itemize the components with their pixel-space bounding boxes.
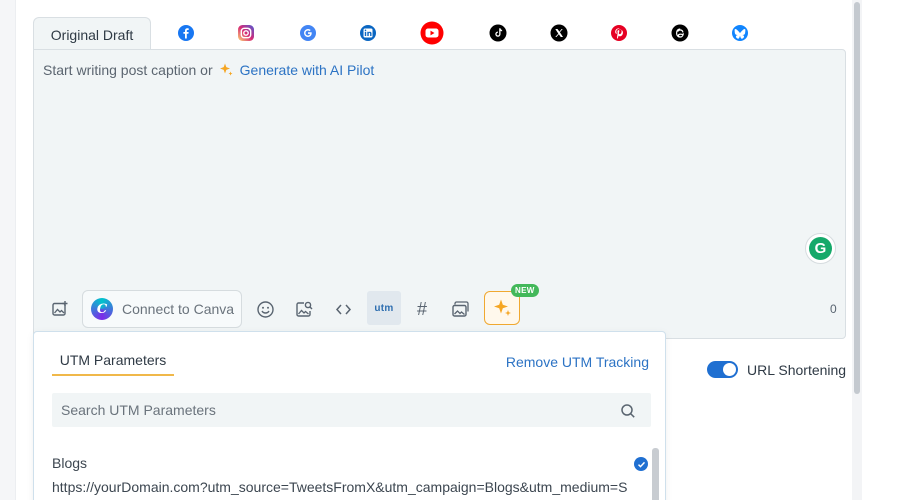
editor-toolbar: C Connect to Canva utm # NEW 0 xyxy=(44,284,844,328)
caption-editor[interactable]: Start writing post caption or Generate w… xyxy=(33,49,846,339)
tab-linkedin[interactable] xyxy=(359,24,377,42)
image-search-button[interactable] xyxy=(291,296,317,322)
image-search-icon xyxy=(295,301,312,317)
url-shortening-control: URL Shortening xyxy=(707,361,846,378)
toggle-knob xyxy=(723,363,736,376)
tab-bluesky[interactable] xyxy=(731,24,749,42)
tiktok-icon xyxy=(489,24,507,42)
utm-item-url[interactable]: https://yourDomain.com?utm_source=Tweets… xyxy=(52,479,648,495)
utm-parameters-panel: UTM Parameters Remove UTM Tracking Blogs… xyxy=(33,331,666,500)
generate-with-ai-link[interactable]: Generate with AI Pilot xyxy=(240,62,375,78)
pinterest-icon xyxy=(611,25,627,41)
page-scrollbar-thumb[interactable] xyxy=(854,2,860,394)
tab-youtube[interactable] xyxy=(420,21,444,45)
google-icon xyxy=(300,25,316,41)
ai-sparkle-icon xyxy=(494,299,511,316)
emoji-button[interactable] xyxy=(252,296,278,322)
url-shortening-label: URL Shortening xyxy=(747,361,847,378)
code-button[interactable] xyxy=(330,296,356,322)
panel-scrollbar-thumb[interactable] xyxy=(652,448,659,500)
url-shortening-toggle[interactable] xyxy=(707,361,738,378)
tab-threads[interactable] xyxy=(671,24,689,42)
sparkle-icon xyxy=(218,62,234,78)
utm-item-title[interactable]: Blogs xyxy=(52,455,87,471)
bluesky-icon xyxy=(732,25,748,41)
network-tabs: Original Draft xyxy=(33,14,846,51)
new-badge: NEW xyxy=(511,284,539,297)
remove-utm-tracking-link[interactable]: Remove UTM Tracking xyxy=(506,354,649,370)
tab-google-business[interactable] xyxy=(299,24,317,42)
tab-pinterest[interactable] xyxy=(610,24,628,42)
caption-prompt-text: Start writing post caption or xyxy=(43,62,213,78)
code-brackets-icon xyxy=(335,304,351,314)
x-icon xyxy=(550,24,568,42)
add-media-button[interactable] xyxy=(47,296,73,322)
character-count: 0 xyxy=(830,302,837,316)
media-library-button[interactable] xyxy=(448,296,474,322)
threads-icon xyxy=(671,24,689,42)
tab-utm-parameters[interactable]: UTM Parameters xyxy=(52,352,174,376)
utm-button[interactable]: utm xyxy=(367,291,401,325)
grammarly-button[interactable]: G xyxy=(805,233,836,264)
caption-placeholder[interactable]: Start writing post caption or Generate w… xyxy=(43,62,374,78)
check-circle-icon[interactable] xyxy=(634,457,648,471)
gallery-icon xyxy=(452,300,469,317)
canva-logo-icon: C xyxy=(91,298,113,320)
connect-canva-button[interactable]: C Connect to Canva xyxy=(82,290,242,328)
tab-facebook[interactable] xyxy=(177,24,195,42)
canva-label: Connect to Canva xyxy=(122,301,235,317)
youtube-icon xyxy=(420,21,444,45)
tab-instagram[interactable] xyxy=(237,24,255,42)
search-icon[interactable] xyxy=(620,403,636,419)
page-left-edge xyxy=(0,0,16,500)
tab-tiktok[interactable] xyxy=(489,24,507,42)
tab-original-draft[interactable]: Original Draft xyxy=(33,17,151,51)
instagram-icon xyxy=(238,25,254,41)
smiley-icon xyxy=(256,300,274,318)
image-plus-icon xyxy=(52,301,68,316)
linkedin-icon xyxy=(360,25,376,41)
facebook-icon xyxy=(178,25,194,41)
grammarly-icon: G xyxy=(809,237,832,260)
hashtag-button[interactable]: # xyxy=(409,296,435,322)
utm-search-input[interactable] xyxy=(52,393,651,427)
tab-x[interactable] xyxy=(550,24,568,42)
